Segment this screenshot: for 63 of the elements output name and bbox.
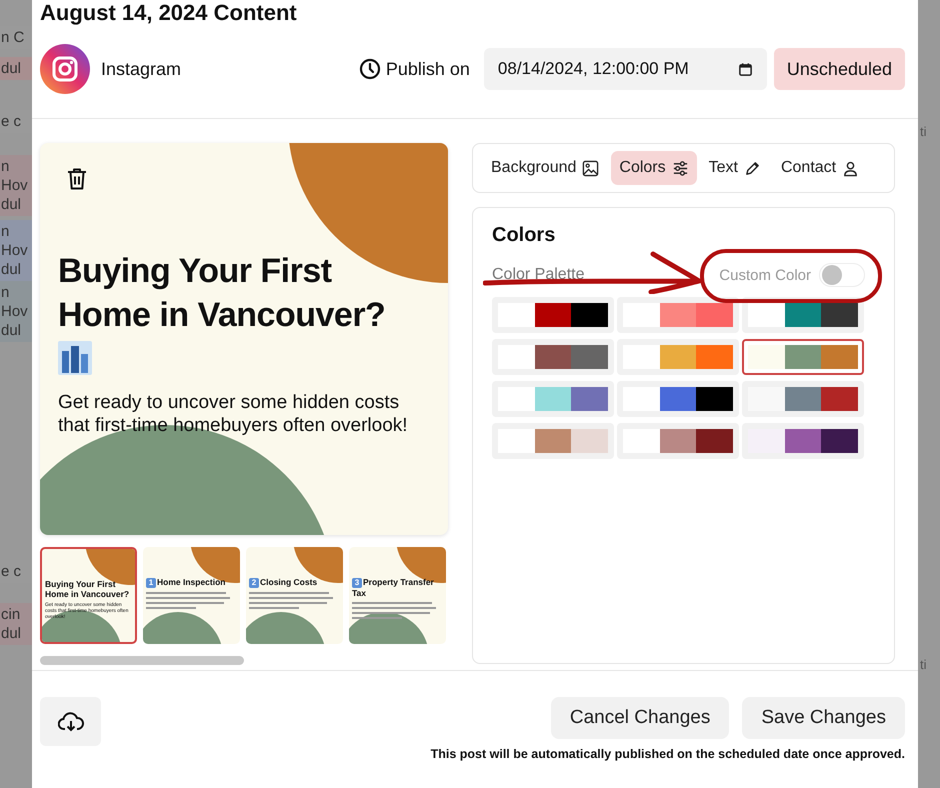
status-badge: Unscheduled	[774, 48, 905, 90]
slide-thumbnail[interactable]: 2 Closing Costs	[246, 547, 343, 644]
palette-option[interactable]	[492, 339, 614, 375]
editor-tab[interactable]: Background	[483, 151, 608, 185]
backdrop-text: dul	[1, 624, 22, 643]
city-icon	[58, 341, 92, 375]
editor-tab[interactable]: Colors	[611, 151, 697, 185]
platform-name: Instagram	[101, 58, 182, 80]
custom-color-toggle[interactable]	[819, 263, 865, 287]
backdrop-text: n	[1, 283, 10, 302]
backdrop-text: cin	[1, 605, 22, 624]
scrollbar-thumb[interactable]	[40, 656, 244, 665]
pencil-icon	[744, 160, 761, 176]
publish-note: This post will be automatically published on the scheduled date once approved.	[430, 747, 905, 761]
backdrop-text: Hov	[1, 302, 29, 321]
number-badge: 2	[249, 578, 259, 588]
dialog-title: August 14, 2024 Content	[40, 0, 298, 26]
thumbnail-title: 3 Property Transfer Tax	[352, 577, 435, 598]
editor-tab[interactable]: Text	[700, 151, 769, 185]
thumbnail-title: 2 Closing Costs	[249, 577, 340, 588]
palette-option[interactable]	[742, 381, 864, 417]
palette-option[interactable]	[617, 381, 739, 417]
slide-thumbnail[interactable]: 3 Property Transfer Tax	[349, 547, 446, 644]
backdrop-text: ti	[920, 657, 928, 672]
thumbnail-title: Buying Your First Home in Vancouver?	[45, 579, 130, 599]
number-badge: 1	[146, 578, 156, 588]
footer-button[interactable]: Save Changes	[742, 697, 905, 739]
backdrop-text: dul	[1, 260, 22, 279]
backdrop-text: e c	[1, 562, 22, 581]
backdrop-text: n	[1, 222, 10, 241]
backdrop-text: dul	[1, 195, 22, 214]
panel-heading: Colors	[492, 224, 556, 247]
backdrop-text: dul	[1, 321, 22, 340]
footer-button[interactable]: Cancel Changes	[550, 697, 730, 739]
palette-option[interactable]	[617, 297, 739, 333]
backdrop-text: Hov	[1, 176, 29, 195]
image-icon	[582, 160, 600, 176]
instagram-logo-icon	[40, 44, 90, 94]
publish-label: Publish on	[386, 58, 470, 80]
palette-option[interactable]	[492, 297, 614, 333]
trash-icon[interactable]	[66, 167, 88, 191]
calendar-icon[interactable]	[738, 62, 753, 76]
palette-label: Color Palette	[492, 266, 584, 284]
backdrop-text: e c	[1, 112, 22, 131]
backdrop-text: dul	[1, 59, 22, 78]
backdrop-text: n C	[1, 28, 26, 47]
number-badge: 3	[352, 578, 362, 588]
sliders-icon	[672, 160, 689, 176]
backdrop-text: n	[1, 157, 10, 176]
slide-title: Buying Your First Home in Vancouver?	[58, 251, 386, 336]
slide-thumbnail[interactable]: 1 Home Inspection	[143, 547, 240, 644]
backdrop-text: Hov	[1, 241, 29, 260]
backdrop-text: ti	[920, 124, 928, 139]
editor-tab[interactable]: Contact	[772, 151, 868, 185]
clock-icon	[358, 58, 381, 80]
download-button[interactable]	[40, 697, 101, 746]
person-icon	[842, 160, 860, 176]
thumbnail-title: 1 Home Inspection	[146, 577, 237, 588]
palette-option[interactable]	[617, 423, 739, 459]
date-time-field[interactable]: 08/14/2024, 12:00:00 PM	[484, 48, 767, 90]
custom-color-label: Custom Color	[719, 266, 811, 284]
cloud-download-icon	[58, 712, 84, 732]
palette-option[interactable]	[742, 423, 864, 459]
